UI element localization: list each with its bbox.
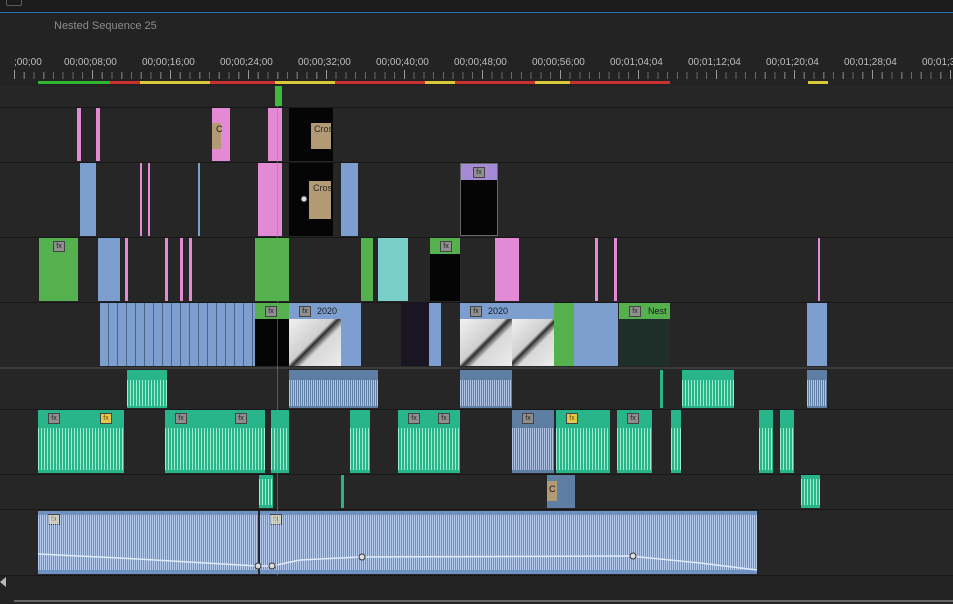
keyframe xyxy=(629,552,637,560)
keyframe xyxy=(254,562,262,570)
volume-keyframe-overlay xyxy=(37,195,758,571)
scroll-left-arrow-icon[interactable] xyxy=(0,577,6,587)
keyframe xyxy=(268,562,276,570)
playhead-line[interactable] xyxy=(277,86,278,576)
horizontal-scrollbar[interactable] xyxy=(14,600,953,602)
keyframe xyxy=(300,195,308,203)
volume-rubber-band xyxy=(37,553,758,571)
keyframe xyxy=(358,553,366,561)
